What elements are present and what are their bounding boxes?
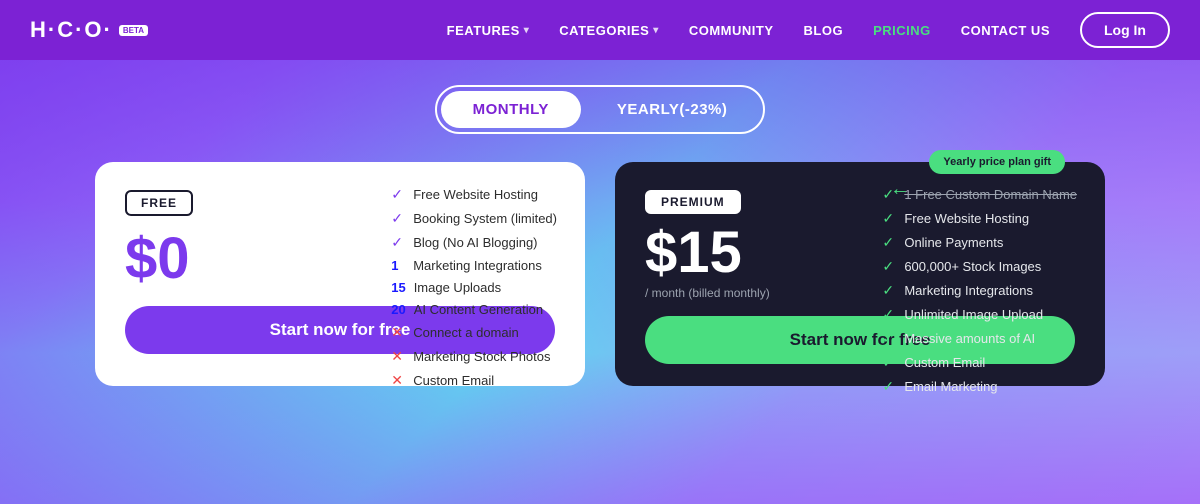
billing-toggle: MONTHLY YEARLY(-23%): [40, 85, 1160, 134]
check-icon: ✓: [391, 210, 405, 227]
x-icon: ✕: [391, 324, 405, 341]
nav-community[interactable]: COMMUNITY: [689, 23, 774, 38]
check-icon: ✓: [882, 234, 896, 251]
list-item: ✓ Massive amounts of AI: [882, 330, 1077, 347]
pricing-cards: FREE $0 ✓ Free Website Hosting ✓ Booking…: [40, 162, 1160, 386]
nav-features[interactable]: FEATURES ▾: [447, 23, 530, 38]
feature-number: 15: [391, 280, 405, 295]
list-item: ✓ Unlimited Image Upload: [882, 306, 1077, 323]
nav-blog[interactable]: BLOG: [804, 23, 844, 38]
check-icon: ✓: [882, 186, 896, 203]
list-item: ✓ Marketing Integrations: [882, 282, 1077, 299]
chevron-down-icon: ▾: [524, 25, 530, 36]
list-item: ✓ 600,000+ Stock Images: [882, 258, 1077, 275]
feature-number: 1: [391, 258, 405, 273]
logo[interactable]: H·C·O· BETA: [30, 17, 148, 43]
list-item: ✓ Online Payments: [882, 234, 1077, 251]
list-item: ✕ Custom Email: [391, 372, 557, 389]
check-icon: ✓: [882, 210, 896, 227]
list-item: ✓ Free Website Hosting: [391, 186, 557, 203]
list-item: ✓ Booking System (limited): [391, 210, 557, 227]
check-icon: ✓: [882, 354, 896, 371]
list-item: 15 Image Uploads: [391, 280, 557, 295]
list-item: ✓ Email Marketing: [882, 378, 1077, 395]
list-item: ✓ Blog (No AI Blogging): [391, 234, 557, 251]
nav-categories[interactable]: CATEGORIES ▾: [559, 23, 659, 38]
check-icon: ✓: [391, 186, 405, 203]
premium-features-list: ✓ 1 Free Custom Domain Name ✓ Free Websi…: [882, 186, 1077, 395]
x-icon: ✕: [391, 372, 405, 389]
login-button[interactable]: Log In: [1080, 12, 1170, 48]
check-icon: ✓: [882, 378, 896, 395]
list-item: 1 Marketing Integrations: [391, 258, 557, 273]
check-icon: ✓: [882, 330, 896, 347]
check-icon: ✓: [882, 306, 896, 323]
check-icon: ✓: [882, 282, 896, 299]
nav-contact[interactable]: CONTACT US: [961, 23, 1050, 38]
list-item: 20 AI Content Generation: [391, 302, 557, 317]
logo-text: H·C·O·: [30, 17, 113, 43]
chevron-down-icon: ▾: [653, 25, 659, 36]
free-features-list: ✓ Free Website Hosting ✓ Booking System …: [391, 186, 557, 389]
check-icon: ✓: [882, 258, 896, 275]
list-item: ✓ 1 Free Custom Domain Name: [882, 186, 1077, 203]
main-content: MONTHLY YEARLY(-23%) FREE $0 ✓ Free Webs…: [0, 60, 1200, 406]
free-plan-card: FREE $0 ✓ Free Website Hosting ✓ Booking…: [95, 162, 585, 386]
nav-links: FEATURES ▾ CATEGORIES ▾ COMMUNITY BLOG P…: [447, 23, 1050, 38]
navbar: H·C·O· BETA FEATURES ▾ CATEGORIES ▾ COMM…: [0, 0, 1200, 60]
check-icon: ✓: [391, 234, 405, 251]
list-item: ✕ Marketing Stock Photos: [391, 348, 557, 365]
list-item: ✓ Custom Email: [882, 354, 1077, 371]
yearly-gift-badge: Yearly price plan gift: [929, 150, 1065, 174]
feature-number: 20: [391, 302, 405, 317]
premium-plan-badge: PREMIUM: [645, 190, 741, 214]
beta-badge: BETA: [119, 25, 148, 36]
list-item: ✓ Free Website Hosting: [882, 210, 1077, 227]
monthly-option[interactable]: MONTHLY: [441, 91, 581, 128]
yearly-option[interactable]: YEARLY(-23%): [585, 91, 759, 128]
premium-plan-card: Yearly price plan gift ← PREMIUM $15 / m…: [615, 162, 1105, 386]
list-item: ✕ Connect a domain: [391, 324, 557, 341]
nav-pricing[interactable]: PRICING: [873, 23, 931, 38]
free-plan-badge: FREE: [125, 190, 193, 216]
x-icon: ✕: [391, 348, 405, 365]
toggle-pill: MONTHLY YEARLY(-23%): [435, 85, 766, 134]
